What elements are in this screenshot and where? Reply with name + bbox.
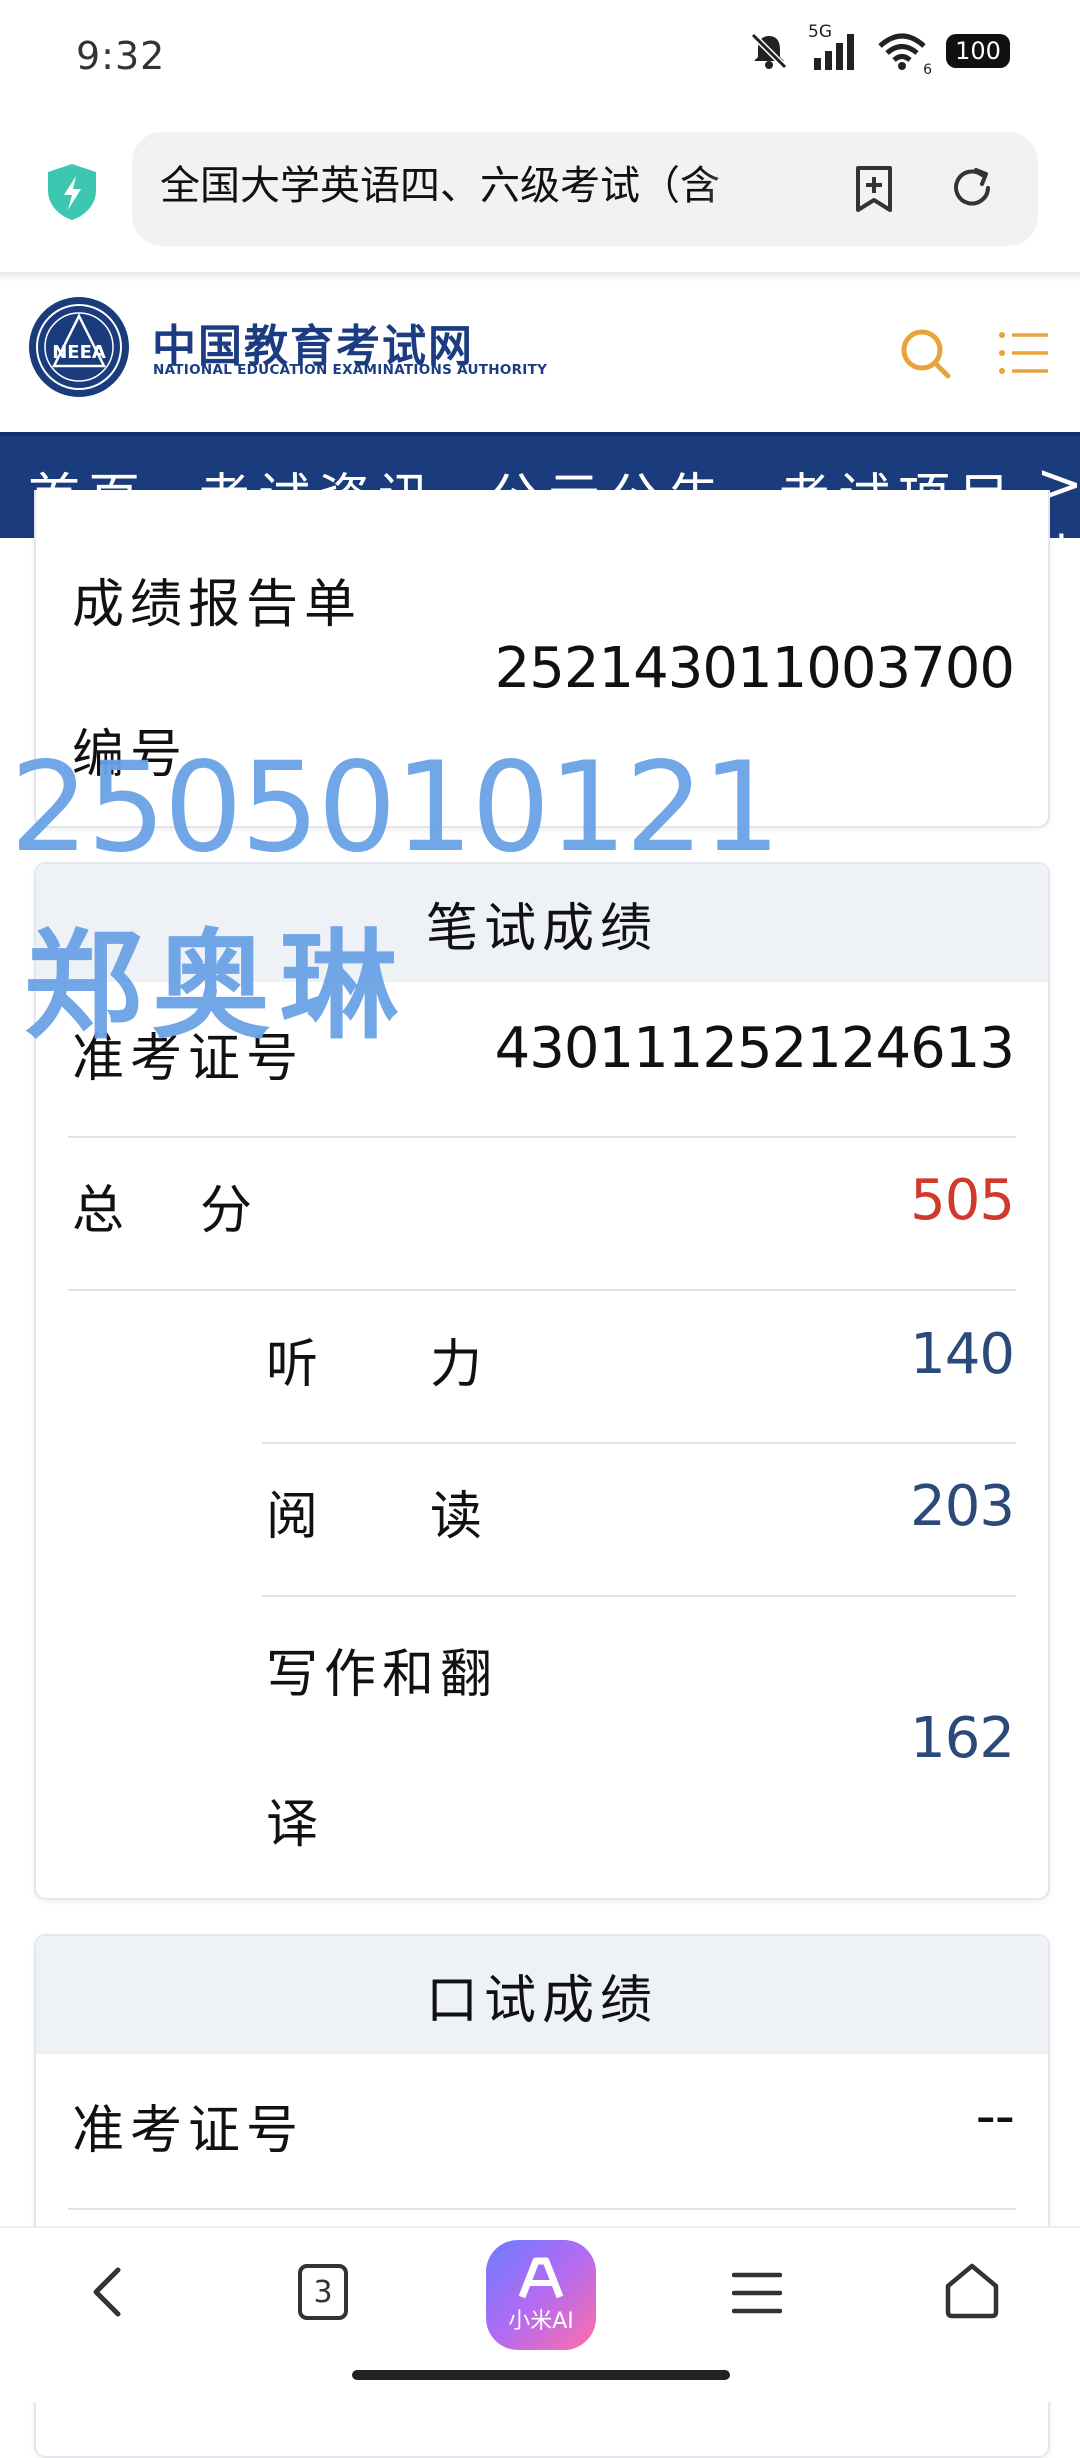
bookmark-add-icon[interactable]: [850, 164, 898, 214]
watermark-number: 2505010121: [10, 736, 781, 880]
oral-ticket-number: --: [975, 2084, 1015, 2149]
site-subname: NATIONAL EDUCATION EXAMINATIONS AUTHORIT…: [153, 362, 548, 378]
writing-score: 162: [910, 1706, 1015, 1771]
written-ticket-number: 430111252124613: [494, 1016, 1015, 1081]
listening-label-a: 听: [266, 1335, 325, 1395]
row-divider: [68, 1136, 1016, 1138]
url-fade: [700, 150, 800, 222]
oral-title: 口试成绩: [36, 1936, 1048, 2054]
writing-label-line2: 译: [266, 1795, 325, 1855]
home-indicator[interactable]: [352, 2370, 730, 2380]
total-score: 505: [910, 1168, 1015, 1233]
wifi-icon: 6: [876, 30, 932, 78]
cellular-signal-icon: 5G: [808, 22, 858, 72]
wifi-label: 6: [923, 62, 932, 78]
back-icon[interactable]: [88, 2264, 128, 2320]
xiaomi-ai-button[interactable]: 小米AI: [486, 2240, 596, 2350]
oral-ticket-label: 准考证号: [72, 2101, 305, 2161]
ai-label: 小米AI: [508, 2309, 574, 2334]
report-label-line1: 成绩报告单: [72, 575, 363, 635]
listening-label-b: 力: [430, 1335, 489, 1395]
row-divider: [262, 1595, 1016, 1597]
reload-icon[interactable]: [948, 164, 996, 212]
url-title[interactable]: 全国大学英语四、六级考试（含: [160, 156, 790, 216]
row-divider: [68, 2208, 1016, 2210]
total-label-a: 总: [72, 1181, 131, 1241]
status-time: 9:32: [76, 34, 166, 78]
listening-score: 140: [910, 1322, 1015, 1387]
ai-logo-icon: [518, 2257, 564, 2299]
watermark-name: 郑奥琳: [24, 916, 409, 1055]
total-label-b: 分: [200, 1181, 259, 1241]
bell-muted-icon: [750, 32, 788, 70]
shield-icon[interactable]: [44, 162, 100, 222]
menu-lines-icon[interactable]: [732, 2270, 782, 2316]
report-number: 252143011003700: [494, 636, 1015, 701]
reading-score: 203: [910, 1474, 1015, 1539]
logo-text: NEEA: [52, 342, 106, 363]
status-icons: 5G 6 100: [748, 22, 1010, 78]
reading-label-a: 阅: [266, 1487, 325, 1547]
search-icon[interactable]: [898, 326, 954, 382]
row-divider: [262, 1442, 1016, 1444]
browser-shadow: [0, 272, 1080, 282]
tabs-button[interactable]: 3: [298, 2264, 348, 2320]
reading-label-b: 读: [430, 1487, 489, 1547]
neea-logo[interactable]: NEEA: [26, 294, 132, 400]
home-icon[interactable]: [942, 2260, 1002, 2320]
battery-icon: 100: [946, 34, 1010, 68]
writing-label-line1: 写作和翻: [266, 1645, 499, 1705]
menu-icon[interactable]: [998, 330, 1050, 376]
row-divider: [68, 1289, 1016, 1291]
